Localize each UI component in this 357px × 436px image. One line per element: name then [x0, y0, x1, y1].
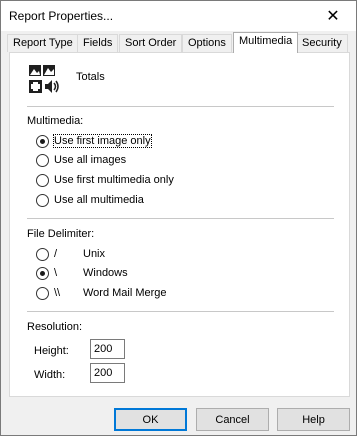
use-all-multimedia-radio[interactable]	[36, 194, 49, 207]
height-input[interactable]	[90, 339, 125, 359]
use-all-images-radio[interactable]	[36, 154, 49, 167]
delimiter-unix-label[interactable]: Unix	[83, 248, 105, 260]
report-properties-dialog: Report Properties... ✕ Report Type Field…	[0, 0, 357, 436]
height-label: Height:	[34, 345, 69, 357]
use-first-image-only-radio[interactable]	[36, 135, 49, 148]
tab-fields[interactable]: Fields	[77, 34, 119, 52]
delimiter-windows-label[interactable]: Windows	[83, 267, 128, 279]
delimiter-word-mail-merge-symbol[interactable]: \\	[54, 287, 60, 299]
delimiter-unix-radio[interactable]	[36, 248, 49, 261]
delimiter-windows-symbol[interactable]: \	[54, 267, 57, 279]
tab-bar: Report Type Fields Sort Order Options Mu…	[7, 32, 348, 53]
tab-multimedia[interactable]: Multimedia	[233, 32, 299, 53]
use-first-image-only-label[interactable]: Use first image only	[53, 134, 152, 148]
file-delimiter-group-label: File Delimiter:	[27, 228, 95, 240]
resolution-group-label: Resolution:	[27, 321, 83, 333]
totals-label: Totals	[76, 71, 105, 83]
multimedia-group-label: Multimedia:	[27, 115, 84, 127]
width-input[interactable]	[90, 363, 125, 383]
delimiter-windows-radio[interactable]	[36, 267, 49, 280]
use-all-images-label[interactable]: Use all images	[54, 154, 126, 166]
delimiter-unix-symbol[interactable]: /	[54, 248, 57, 260]
title-bar: Report Properties... ✕	[1, 1, 356, 31]
width-label: Width:	[34, 369, 66, 381]
use-all-multimedia-label[interactable]: Use all multimedia	[54, 194, 144, 206]
tab-options[interactable]: Options	[182, 34, 232, 52]
tab-sort-order[interactable]: Sort Order	[119, 34, 183, 52]
cancel-button[interactable]: Cancel	[196, 408, 269, 431]
divider	[27, 311, 334, 312]
divider	[27, 106, 334, 107]
use-first-multimedia-only-radio[interactable]	[36, 174, 49, 187]
delimiter-word-mail-merge-label[interactable]: Word Mail Merge	[83, 287, 167, 299]
divider	[27, 218, 334, 219]
close-icon: ✕	[326, 8, 340, 25]
window-title: Report Properties...	[9, 9, 114, 23]
close-button[interactable]: ✕	[310, 1, 356, 31]
tab-report-type[interactable]: Report Type	[7, 34, 79, 52]
help-button[interactable]: Help	[277, 408, 350, 431]
tab-security[interactable]: Security	[296, 34, 348, 52]
use-first-multimedia-only-label[interactable]: Use first multimedia only	[54, 174, 174, 186]
delimiter-word-mail-merge-radio[interactable]	[36, 287, 49, 300]
ok-button[interactable]: OK	[114, 408, 187, 431]
multimedia-icon	[27, 63, 61, 95]
multimedia-tab-panel: Totals Multimedia: Use first image only …	[9, 52, 350, 397]
